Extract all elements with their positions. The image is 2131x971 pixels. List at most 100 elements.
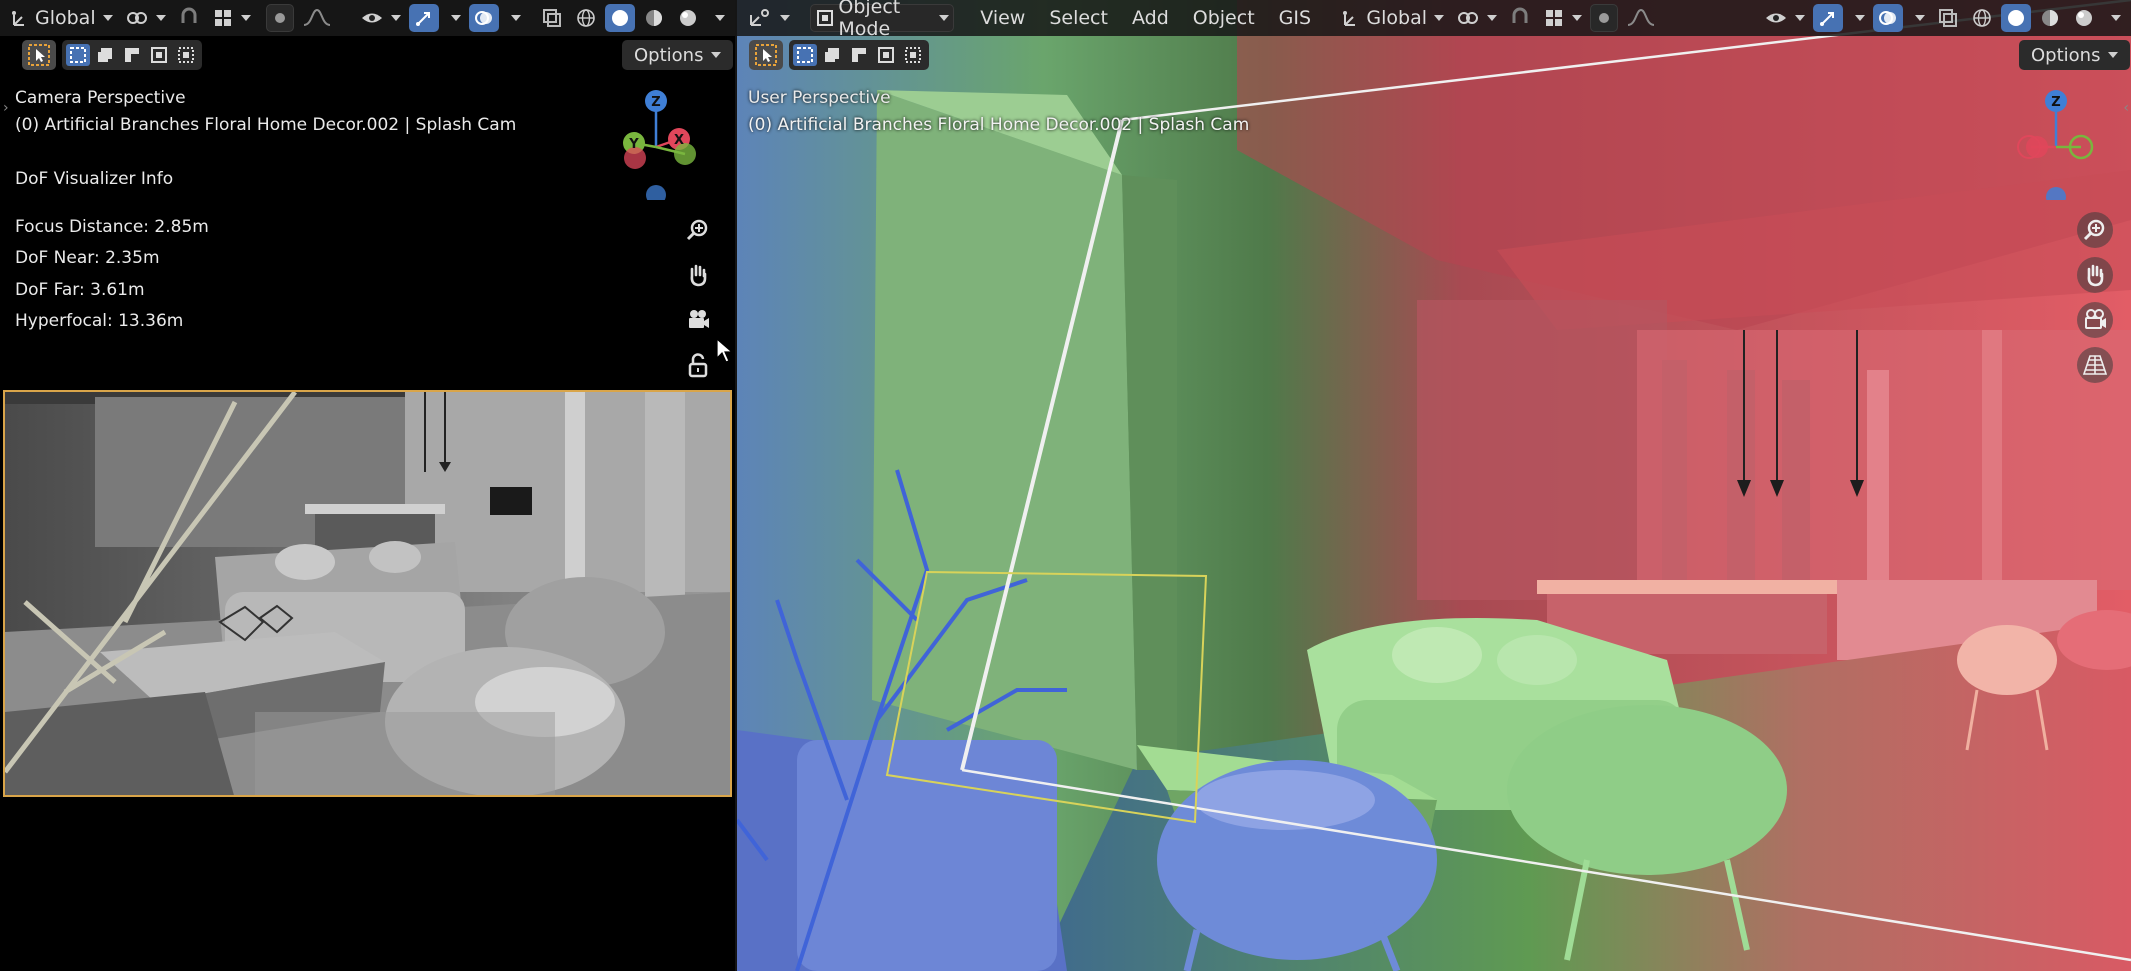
visibility-dropdown-right[interactable] [1760, 4, 1809, 32]
xray-icon [541, 7, 563, 29]
select-invert-button[interactable] [147, 44, 171, 66]
shading-material-button[interactable] [639, 4, 669, 32]
options-label: Options [634, 44, 704, 66]
transform-orientation-label-right: Global [1366, 7, 1428, 29]
pan-button-right[interactable] [2077, 257, 2113, 293]
proportional-falloff-dropdown[interactable] [298, 4, 336, 32]
perspective-toggle-button[interactable] [2077, 347, 2113, 383]
select-subtract-icon [850, 46, 868, 64]
gizmo-dropdown[interactable] [443, 4, 465, 32]
proportional-edit-toggle-right[interactable] [1590, 4, 1619, 32]
gizmo-toggle[interactable] [409, 4, 440, 32]
select-box-icon [796, 46, 814, 64]
pan-button[interactable] [680, 257, 716, 293]
xray-toggle[interactable] [537, 4, 567, 32]
falloff-curve-icon [1626, 7, 1656, 29]
object-info-label-right: (0) Artificial Branches Floral Home Deco… [748, 115, 1250, 135]
shading-solid-button[interactable] [605, 4, 635, 32]
selection-mode-group [62, 40, 202, 70]
shading-material-button-right[interactable] [2035, 4, 2065, 32]
snap-target-dropdown[interactable] [208, 4, 255, 32]
shading-wireframe-icon [575, 7, 597, 29]
select-tool-button-right[interactable] [749, 40, 783, 70]
menu-gis[interactable]: GIS [1269, 7, 1321, 29]
snap-grid-icon [212, 7, 234, 29]
right-viewport[interactable]: Object Mode View Select Add Object GIS G… [737, 0, 2131, 971]
overlay-toggle[interactable] [469, 4, 500, 32]
xray-toggle-right[interactable] [1933, 4, 1963, 32]
mode-dropdown[interactable]: Object Mode [810, 0, 954, 40]
camera-view-button[interactable] [680, 302, 716, 338]
options-dropdown[interactable]: Options [622, 40, 734, 70]
select-invert-icon [877, 46, 895, 64]
object-info-label: (0) Artificial Branches Floral Home Deco… [15, 115, 517, 135]
select-tool-button[interactable] [22, 40, 56, 70]
mouse-cursor [716, 337, 734, 368]
menu-add[interactable]: Add [1122, 7, 1179, 29]
sidebar-expand-arrow[interactable]: ‹ [2123, 100, 2129, 116]
navigation-gizmo[interactable]: Z X Y [601, 90, 711, 205]
editor-type-dropdown[interactable] [743, 4, 794, 32]
gizmo-dropdown-right[interactable] [1847, 4, 1869, 32]
select-intersect-button[interactable] [174, 44, 198, 66]
shading-dropdown-right[interactable] [2103, 4, 2125, 32]
shading-solid-icon [2005, 7, 2027, 29]
right-viewport-header: Object Mode View Select Add Object GIS G… [737, 0, 2131, 40]
select-new-button-right[interactable] [793, 44, 817, 66]
left-viewport-header: Global [0, 0, 735, 36]
selection-mode-group-right [789, 40, 929, 70]
hand-pan-icon [2082, 262, 2108, 288]
overlay-dropdown[interactable] [503, 4, 525, 32]
select-extend-button[interactable] [93, 44, 117, 66]
lock-icon [686, 352, 710, 378]
lock-camera-button[interactable] [680, 347, 716, 383]
camera-view-button-right[interactable] [2077, 302, 2113, 338]
zoom-button-right[interactable] [2077, 212, 2113, 248]
select-subtract-icon [123, 46, 141, 64]
select-new-button[interactable] [66, 44, 90, 66]
left-viewport[interactable]: Global Options › Camera Perspective (0) … [0, 0, 735, 971]
navigation-gizmo-right[interactable]: Z [2001, 90, 2111, 207]
gizmo-z-label: Z [651, 95, 660, 110]
xray-icon [1937, 7, 1959, 29]
shading-wireframe-button-right[interactable] [1967, 4, 1997, 32]
camera-view-icon [2082, 307, 2108, 333]
select-subtract-button-right[interactable] [847, 44, 871, 66]
shading-rendered-button[interactable] [673, 4, 703, 32]
proportional-falloff-dropdown-right[interactable] [1622, 4, 1660, 32]
options-dropdown-right[interactable]: Options [2019, 40, 2131, 70]
pivot-point-dropdown[interactable] [121, 4, 170, 32]
transform-orientation-dropdown[interactable]: Global [6, 4, 117, 32]
snap-grid-icon [1543, 7, 1565, 29]
overlay-dropdown-right[interactable] [1907, 4, 1929, 32]
proportional-edit-toggle[interactable] [266, 4, 295, 32]
overlay-toggle-right[interactable] [1873, 4, 1903, 32]
select-box-icon [69, 46, 87, 64]
pivot-point-dropdown-right[interactable] [1452, 4, 1501, 32]
menu-select[interactable]: Select [1039, 7, 1118, 29]
shading-dropdown[interactable] [707, 4, 729, 32]
proportional-edit-icon [1595, 9, 1613, 27]
menu-view[interactable]: View [970, 7, 1035, 29]
shading-wireframe-button[interactable] [571, 4, 601, 32]
transform-orientation-dropdown-right[interactable]: Global [1337, 4, 1448, 32]
select-invert-button-right[interactable] [874, 44, 898, 66]
shading-material-icon [643, 7, 665, 29]
select-intersect-button-right[interactable] [901, 44, 925, 66]
cursor-select-icon [754, 43, 778, 67]
toolbar-expand-arrow[interactable]: › [3, 100, 9, 116]
snap-target-dropdown-right[interactable] [1539, 4, 1586, 32]
zoom-button[interactable] [680, 212, 716, 248]
grid-perspective-icon [2082, 352, 2108, 378]
select-subtract-button[interactable] [120, 44, 144, 66]
dof-visualized-scene [737, 0, 2131, 971]
snap-toggle[interactable] [174, 4, 204, 32]
gizmo-icon [413, 7, 435, 29]
visibility-dropdown[interactable] [356, 4, 405, 32]
gizmo-toggle-right[interactable] [1813, 4, 1843, 32]
shading-solid-button-right[interactable] [2001, 4, 2031, 32]
snap-toggle-right[interactable] [1505, 4, 1535, 32]
menu-object[interactable]: Object [1183, 7, 1265, 29]
select-extend-button-right[interactable] [820, 44, 844, 66]
shading-rendered-button-right[interactable] [2069, 4, 2099, 32]
